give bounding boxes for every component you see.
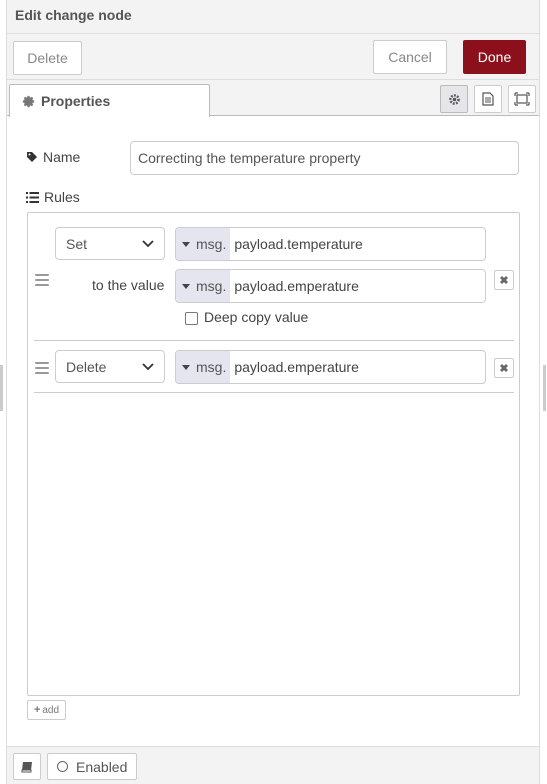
caret-down-icon xyxy=(182,364,190,370)
chevron-down-icon xyxy=(142,362,154,371)
rule-action-select[interactable]: Set xyxy=(55,227,165,260)
rule-separator xyxy=(34,392,514,393)
tabs-bar: Properties xyxy=(7,80,539,117)
tab-appearance[interactable] xyxy=(508,85,536,113)
rules-label: Rules xyxy=(26,189,80,205)
rule-value-value[interactable]: payload.emperature xyxy=(230,270,359,302)
rule-target-type-select[interactable]: msg. xyxy=(176,228,231,260)
name-label: Name xyxy=(26,149,80,165)
add-rule-button[interactable]: + add xyxy=(27,700,66,720)
left-resize-handle[interactable] xyxy=(0,365,3,411)
right-resize-handle[interactable] xyxy=(543,365,546,411)
tray-title: Edit change node xyxy=(15,7,132,23)
caret-down-icon xyxy=(182,241,190,247)
plus-icon: + xyxy=(33,704,41,716)
drag-handle-icon[interactable] xyxy=(35,362,49,374)
rule-target-type: msg. xyxy=(196,359,227,375)
appearance-icon xyxy=(514,92,530,106)
node-help-button[interactable] xyxy=(13,753,41,780)
edit-tray: Edit change node Delete Cancel Done Prop… xyxy=(6,0,540,784)
tab-description[interactable] xyxy=(474,85,502,113)
enabled-label: Enabled xyxy=(76,758,128,775)
enabled-toggle[interactable]: Enabled xyxy=(47,753,137,780)
tab-node-properties[interactable] xyxy=(440,85,468,113)
tray-header: Edit change node Delete Cancel Done xyxy=(7,0,539,80)
gear-icon xyxy=(22,95,35,108)
rule-action-value: Delete xyxy=(66,358,107,375)
gear-icon xyxy=(448,93,461,106)
name-input[interactable]: Correcting the temperature property xyxy=(130,141,519,175)
description-icon xyxy=(482,92,494,106)
circle-icon xyxy=(57,761,68,772)
rule-value-input[interactable]: msg. payload.emperature xyxy=(175,269,486,303)
caret-down-icon xyxy=(182,283,190,289)
cancel-button[interactable]: Cancel xyxy=(373,40,447,74)
to-the-value-label: to the value xyxy=(92,277,165,293)
rules-list: Set msg. payload.temperature to the valu… xyxy=(27,212,520,696)
delete-button[interactable]: Delete xyxy=(13,41,82,75)
close-icon: ✖ xyxy=(499,274,509,287)
rule-action-value: Set xyxy=(66,235,88,252)
deep-copy-checkbox[interactable] xyxy=(185,312,198,325)
remove-rule-button[interactable]: ✖ xyxy=(494,270,514,290)
rule-value-type: msg. xyxy=(196,278,227,294)
rule-target-input[interactable]: msg. payload.emperature xyxy=(175,350,486,384)
name-label-text: Name xyxy=(43,149,81,165)
close-icon: ✖ xyxy=(499,362,509,375)
header-divider xyxy=(7,33,539,34)
rule-separator xyxy=(34,340,514,341)
rule-target-input[interactable]: msg. payload.temperature xyxy=(175,227,486,261)
chevron-down-icon xyxy=(142,239,154,248)
remove-rule-button[interactable]: ✖ xyxy=(494,358,514,378)
tag-icon xyxy=(26,151,38,163)
tray-footer: Enabled xyxy=(7,746,539,784)
add-rule-label: add xyxy=(42,704,60,716)
tab-properties-label: Properties xyxy=(41,93,111,109)
drag-handle-icon[interactable] xyxy=(35,274,49,286)
rule-target-value[interactable]: payload.emperature xyxy=(230,351,359,383)
rule-action-select[interactable]: Delete xyxy=(55,350,165,383)
book-icon xyxy=(21,761,34,773)
deep-copy-label: Deep copy value xyxy=(204,309,309,325)
rule-target-value[interactable]: payload.temperature xyxy=(230,228,362,260)
rules-label-text: Rules xyxy=(44,189,80,205)
rule-target-type-select[interactable]: msg. xyxy=(176,351,231,383)
rule-target-type: msg. xyxy=(196,236,227,252)
done-button[interactable]: Done xyxy=(463,40,526,74)
rule-value-type-select[interactable]: msg. xyxy=(176,270,231,302)
list-icon xyxy=(26,191,39,203)
tab-properties[interactable]: Properties xyxy=(9,84,210,117)
